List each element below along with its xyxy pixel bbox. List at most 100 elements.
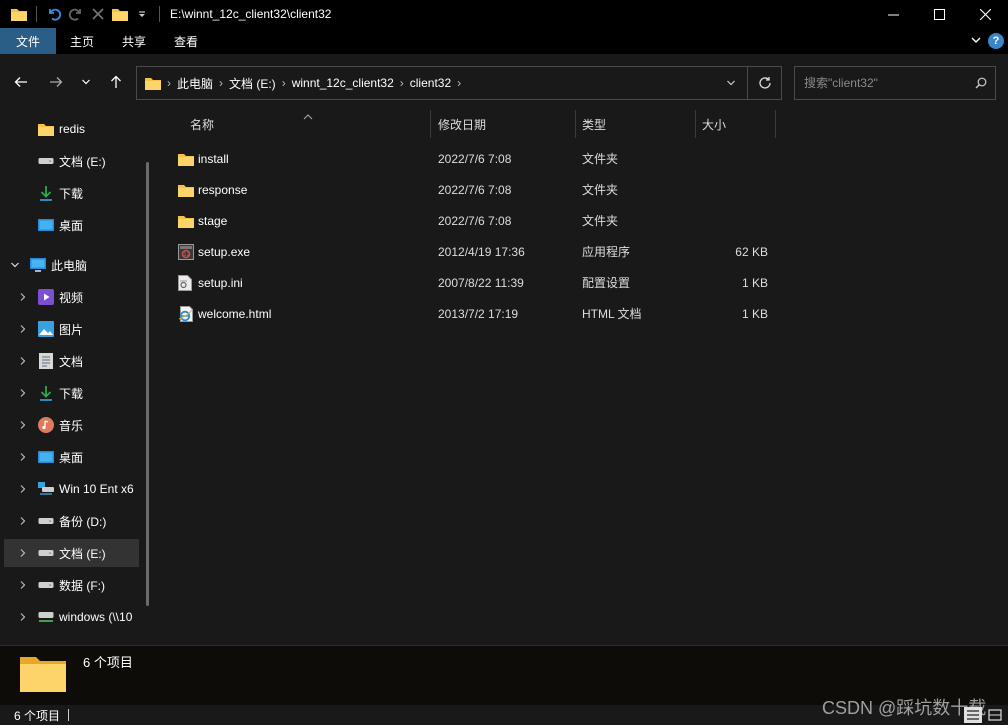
chevron-right-icon[interactable] [16, 475, 30, 503]
column-divider[interactable] [430, 110, 431, 138]
sidebar-item-pictures[interactable]: 图片 [0, 315, 140, 343]
column-header-type[interactable]: 类型 [582, 110, 606, 138]
file-modified: 2022/7/6 7:08 [438, 213, 512, 228]
recent-locations-chevron-icon[interactable] [72, 68, 100, 96]
sidebar-item-label: 下载 [59, 386, 84, 401]
address-history-chevron-icon[interactable] [715, 67, 747, 99]
column-divider[interactable] [695, 110, 696, 138]
sidebar-item-music[interactable]: 音乐 [0, 411, 140, 439]
file-row[interactable]: stage 2022/7/6 7:08 文件夹 [160, 205, 1008, 236]
file-size: 1 KB [741, 275, 768, 290]
minimize-button[interactable] [870, 0, 916, 28]
forward-button[interactable] [42, 68, 70, 96]
sidebar-scrollbar[interactable] [146, 162, 149, 606]
file-list[interactable]: 名称 修改日期 类型 大小 install 2022/7/6 7:08 文件夹 … [160, 110, 1008, 645]
large-folder-icon [20, 654, 66, 695]
chevron-right-icon[interactable] [16, 603, 30, 631]
crumb-drive-e[interactable]: 文档 (E:) [223, 75, 282, 92]
chevron-right-icon[interactable] [16, 443, 30, 471]
sidebar-item-label: 此电脑 [51, 258, 88, 273]
file-name[interactable]: response [198, 174, 247, 205]
address-bar[interactable]: › 此电脑 › 文档 (E:) › winnt_12c_client32 › c… [136, 66, 782, 100]
tab-view[interactable]: 查看 [160, 28, 212, 54]
sidebar-item-drive-f[interactable]: 数据 (F:) [0, 571, 140, 599]
tab-home[interactable]: 主页 [56, 28, 108, 54]
expand-ribbon-chevron-icon[interactable] [970, 34, 982, 49]
chevron-right-icon[interactable] [16, 283, 30, 311]
chevron-right-icon[interactable] [16, 507, 30, 535]
sidebar-item-redis[interactable]: redis [0, 115, 140, 143]
chevron-down-icon[interactable] [8, 251, 22, 279]
file-name[interactable]: stage [198, 205, 227, 236]
new-folder-icon[interactable] [109, 3, 131, 25]
back-button[interactable] [7, 68, 35, 96]
customize-toolbar-chevron-icon[interactable] [131, 3, 153, 25]
sidebar-item-label: 图片 [59, 322, 84, 337]
search-box[interactable] [794, 66, 996, 100]
sidebar-item-desktop[interactable]: 桌面 [0, 443, 140, 471]
column-divider[interactable] [575, 110, 576, 138]
refresh-button[interactable] [747, 67, 781, 99]
help-icon[interactable]: ? [988, 33, 1004, 49]
search-icon[interactable] [967, 77, 995, 89]
sidebar-item-windows-share[interactable]: windows (\\10 [0, 603, 140, 631]
up-button[interactable] [102, 68, 130, 96]
navigation-pane[interactable]: redis 文档 (E:) 下载 桌面 此电脑 视频 图片 文档 下载 音乐 桌… [0, 110, 158, 645]
file-size [702, 174, 768, 205]
sidebar-item-downloads-quick[interactable]: 下载 [0, 179, 140, 207]
sidebar-item-documents[interactable]: 文档 [0, 347, 140, 375]
file-type: 文件夹 [582, 152, 619, 166]
redo-icon[interactable] [65, 3, 87, 25]
chevron-right-icon[interactable]: › [457, 76, 461, 90]
sidebar-item-drive-e[interactable]: 文档 (E:) [4, 539, 139, 567]
crumb-winnt-folder[interactable]: winnt_12c_client32 [286, 76, 400, 90]
delete-icon[interactable] [87, 3, 109, 25]
sidebar-item-downloads[interactable]: 下载 [0, 379, 140, 407]
sidebar-item-drive-e-quick[interactable]: 文档 (E:) [0, 147, 140, 175]
tab-file[interactable]: 文件 [0, 28, 56, 54]
window-title: E:\winnt_12c_client32\client32 [170, 7, 332, 21]
chevron-right-icon[interactable] [16, 539, 30, 567]
sidebar-item-videos[interactable]: 视频 [0, 283, 140, 311]
file-row[interactable]: welcome.html 2013/7/2 17:19 HTML 文档 1 KB [160, 298, 1008, 329]
chevron-right-icon[interactable] [16, 315, 30, 343]
file-name[interactable]: welcome.html [198, 298, 271, 329]
navigation-bar: › 此电脑 › 文档 (E:) › winnt_12c_client32 › c… [0, 54, 1008, 110]
separator [159, 6, 160, 22]
column-header-modified[interactable]: 修改日期 [438, 110, 486, 138]
file-row[interactable]: response 2022/7/6 7:08 文件夹 [160, 174, 1008, 205]
file-size: 62 KB [735, 244, 768, 259]
window-folder-icon [8, 3, 30, 25]
close-button[interactable] [962, 0, 1008, 28]
maximize-button[interactable] [916, 0, 962, 28]
chevron-right-icon[interactable] [16, 411, 30, 439]
search-input[interactable] [804, 76, 967, 90]
column-header-size[interactable]: 大小 [702, 110, 726, 138]
chevron-right-icon[interactable] [16, 347, 30, 375]
details-view-icon[interactable] [964, 707, 982, 723]
undo-icon[interactable] [43, 3, 65, 25]
tab-share[interactable]: 共享 [108, 28, 160, 54]
file-row[interactable]: 12 setup.exe 2012/4/19 17:36 应用程序 62 KB [160, 236, 1008, 267]
sidebar-item-this-pc[interactable]: 此电脑 [0, 251, 140, 279]
file-name[interactable]: setup.ini [198, 267, 243, 298]
crumb-client32[interactable]: client32 [404, 76, 457, 90]
sidebar-item-desktop-quick[interactable]: 桌面 [0, 211, 140, 239]
computer-icon [29, 256, 47, 274]
sidebar-item-win10[interactable]: Win 10 Ent x6 [0, 475, 140, 503]
file-modified: 2013/7/2 17:19 [438, 306, 519, 321]
file-row[interactable]: install 2022/7/6 7:08 文件夹 [160, 143, 1008, 174]
sidebar-item-drive-d[interactable]: 备份 (D:) [0, 507, 140, 535]
crumb-this-pc[interactable]: 此电脑 [171, 75, 219, 92]
file-size [702, 205, 768, 236]
title-bar: E:\winnt_12c_client32\client32 [0, 0, 1008, 28]
chevron-right-icon[interactable] [16, 571, 30, 599]
file-name[interactable]: install [198, 143, 229, 174]
large-icons-view-icon[interactable] [986, 707, 1004, 723]
status-item-count: 6 个项目 [14, 708, 61, 723]
column-divider[interactable] [775, 110, 776, 138]
file-row[interactable]: setup.ini 2007/8/22 11:39 配置设置 1 KB [160, 267, 1008, 298]
column-header-name[interactable]: 名称 [190, 110, 214, 138]
chevron-right-icon[interactable] [16, 379, 30, 407]
file-name[interactable]: setup.exe [198, 236, 250, 267]
